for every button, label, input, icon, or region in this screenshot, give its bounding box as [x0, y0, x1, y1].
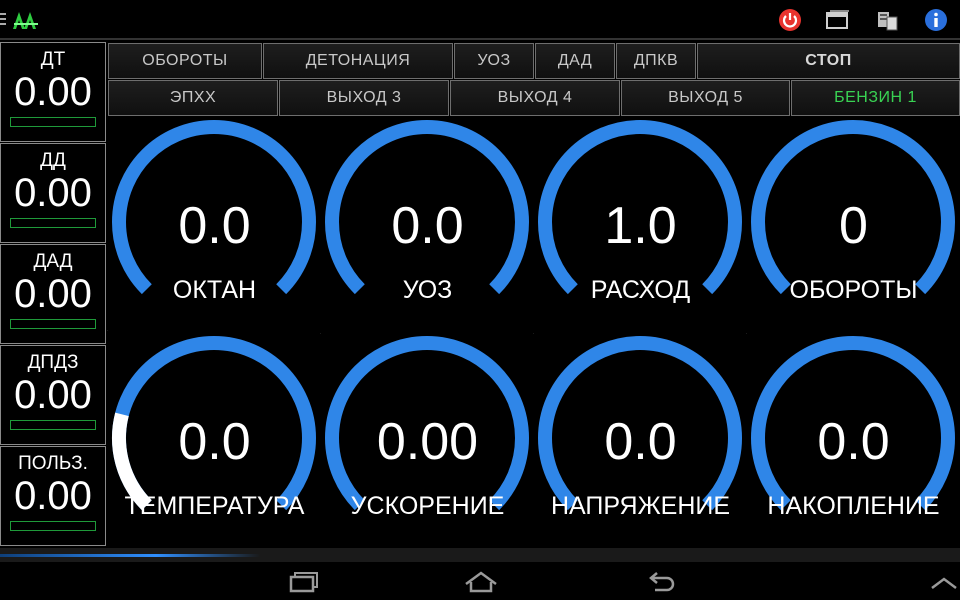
- button-output-5[interactable]: ВЫХОД 5: [621, 80, 790, 116]
- scroll-indicator: [0, 548, 960, 562]
- sensor-dd: ДД 0.00: [0, 143, 106, 243]
- sensor-value: 0.00: [14, 272, 92, 316]
- sensor-label: ДД: [40, 150, 66, 171]
- gauge-uoz[interactable]: 0.0 УОЗ: [321, 118, 534, 333]
- recents-icon[interactable]: [283, 570, 323, 594]
- sensor-bar: [10, 319, 96, 329]
- device-icon[interactable]: [874, 6, 902, 34]
- stop-button[interactable]: СТОП: [697, 43, 960, 79]
- gauge-label: НАКОПЛЕНИЕ: [767, 492, 940, 520]
- gauge-value: 0.0: [817, 413, 890, 471]
- gauge-rpm[interactable]: 0 ОБОРОТЫ: [747, 118, 960, 333]
- overflow-handle-icon[interactable]: [0, 13, 6, 27]
- power-icon[interactable]: [776, 6, 804, 34]
- gauge-voltage[interactable]: 0.0 НАПРЯЖЕНИЕ: [534, 334, 747, 549]
- gauge-label: НАПРЯЖЕНИЕ: [550, 492, 731, 520]
- sensor-label: ДАД: [33, 251, 73, 272]
- sensor-bar: [10, 117, 96, 127]
- button-output-4[interactable]: ВЫХОД 4: [450, 80, 620, 116]
- gauge-label: ТЕМПЕРАТУРА: [124, 492, 305, 520]
- sensor-dt: ДТ 0.00: [0, 42, 106, 142]
- gauge-label: ОКТАН: [172, 276, 257, 304]
- gauge-octane[interactable]: 0.0 ОКТАН: [108, 118, 321, 333]
- gauge-temperature[interactable]: 0.0 ТЕМПЕРАТУРА: [108, 334, 321, 549]
- gauge-value: 0.0: [178, 197, 251, 255]
- app-logo-icon[interactable]: [12, 9, 40, 31]
- sensor-bar: [10, 521, 96, 531]
- sensor-value: 0.00: [14, 373, 92, 417]
- gauge-label: ОБОРОТЫ: [789, 276, 918, 304]
- button-epxx[interactable]: ЭПХХ: [108, 80, 278, 116]
- sensor-dpdz: ДПДЗ 0.00: [0, 345, 106, 445]
- gauge-accumulation[interactable]: 0.0 НАКОПЛЕНИЕ: [747, 334, 960, 549]
- info-icon[interactable]: [922, 6, 950, 34]
- gauge-consumption[interactable]: 1.0 РАСХОД: [534, 118, 747, 333]
- button-dad[interactable]: ДАД: [535, 43, 615, 79]
- back-icon[interactable]: [641, 570, 681, 594]
- button-dpkv[interactable]: ДПКВ: [616, 43, 696, 79]
- system-nav-bar: [0, 562, 960, 600]
- gauge-acceleration[interactable]: 0.00 УСКОРЕНИЕ: [321, 334, 534, 549]
- gauge-label: УСКОРЕНИЕ: [350, 492, 505, 520]
- gauge-value: 0.0: [178, 413, 251, 471]
- windows-icon[interactable]: [824, 6, 852, 34]
- button-output-3[interactable]: ВЫХОД 3: [279, 80, 449, 116]
- gauge-value: 1.0: [604, 197, 677, 255]
- button-petrol-1[interactable]: БЕНЗИН 1: [791, 80, 960, 116]
- sensor-dad: ДАД 0.00: [0, 244, 106, 344]
- gauge-label: РАСХОД: [590, 276, 691, 304]
- sensor-user: ПОЛЬЗ. 0.00: [0, 446, 106, 546]
- gauge-value: 0.0: [604, 413, 677, 471]
- sensor-value: 0.00: [14, 171, 92, 215]
- gauge-label: УОЗ: [402, 276, 453, 304]
- home-icon[interactable]: [461, 570, 501, 594]
- gauge-value: 0: [839, 197, 868, 255]
- sensor-bar: [10, 218, 96, 228]
- action-bar: [0, 0, 960, 40]
- button-obороты[interactable]: ОБОРОТЫ: [108, 43, 262, 79]
- button-uoz[interactable]: УОЗ: [454, 43, 534, 79]
- sensor-bar: [10, 420, 96, 430]
- sensor-label: ПОЛЬЗ.: [18, 453, 88, 474]
- sensor-label: ДТ: [40, 49, 66, 70]
- up-chevron-icon[interactable]: [924, 570, 960, 594]
- sensor-value: 0.00: [14, 70, 92, 114]
- button-detonation[interactable]: ДЕТОНАЦИЯ: [263, 43, 453, 79]
- sensor-value: 0.00: [14, 474, 92, 518]
- sensor-label: ДПДЗ: [27, 352, 79, 373]
- gauge-value: 0.00: [376, 413, 479, 471]
- gauge-value: 0.0: [391, 197, 464, 255]
